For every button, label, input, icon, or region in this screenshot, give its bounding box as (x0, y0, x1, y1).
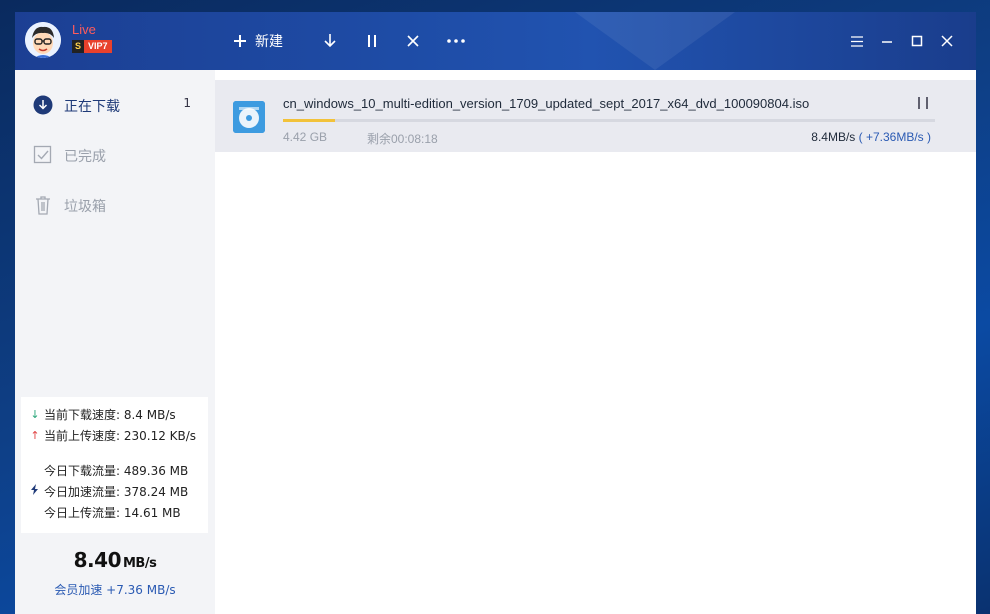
current-upload-speed-text: 当前上传速度: 230.12 KB/s (44, 429, 197, 443)
today-download-traffic-text: 今日下载流量: 489.36 MB (44, 464, 189, 478)
today-upload-traffic-text: 今日上传流量: 14.61 MB (44, 506, 181, 520)
app-window: Live S VIP7 新建 正在下载 1 已完成 垃圾箱 ↓ 当前下载速度: … (15, 12, 976, 614)
close-icon (407, 35, 419, 47)
task-pause-button[interactable] (916, 95, 930, 111)
speed-stats-panel: ↓ 当前下载速度: 8.4 MB/s ↑ 当前上传速度: 230.12 KB/s… (21, 397, 208, 533)
today-download-traffic: 今日下载流量: 489.36 MB (29, 463, 188, 479)
maximize-icon (911, 35, 923, 47)
task-speed-value: 8.4MB/s (811, 130, 856, 144)
new-task-label: 新建 (255, 34, 283, 50)
task-accel-speed: ( +7.36MB/s ) (858, 130, 931, 144)
avatar[interactable] (25, 22, 61, 58)
current-download-speed: ↓ 当前下载速度: 8.4 MB/s (29, 407, 176, 423)
total-speed-display: 8.40 MB/s (15, 548, 215, 572)
sidebar-item-label: 垃圾箱 (64, 199, 106, 215)
live-label: Live (72, 22, 96, 37)
sidebar-item-label: 正在下载 (64, 99, 120, 115)
trash-icon (33, 195, 53, 215)
total-speed-unit: MB/s (123, 556, 157, 571)
vip-s-mark: S (72, 40, 85, 53)
today-upload-traffic: 今日上传流量: 14.61 MB (29, 505, 181, 521)
close-icon (941, 35, 953, 47)
plus-icon (233, 34, 247, 48)
down-arrow-icon: ↓ (30, 408, 40, 421)
more-icon (447, 39, 465, 43)
new-task-button[interactable]: 新建 (233, 28, 283, 54)
sidebar-item-label: 已完成 (64, 149, 106, 165)
checkbox-icon (33, 145, 53, 165)
pause-icon (916, 96, 930, 115)
close-window-button[interactable] (941, 28, 953, 54)
menu-icon (851, 35, 863, 47)
vip-level: VIP7 (84, 40, 112, 53)
download-circle-icon (33, 95, 53, 115)
download-icon (324, 33, 336, 49)
sidebar-item-completed[interactable]: 已完成 (15, 130, 215, 180)
current-download-speed-text: 当前下载速度: 8.4 MB/s (44, 408, 176, 422)
task-size: 4.42 GB (283, 130, 328, 144)
task-speed: 8.4MB/s ( +7.36MB/s ) (811, 130, 931, 144)
list-item[interactable]: cn_windows_10_multi-edition_version_1709… (215, 80, 976, 152)
start-download-button[interactable] (324, 28, 336, 54)
task-filename: cn_windows_10_multi-edition_version_1709… (283, 96, 810, 111)
sidebar: 正在下载 1 已完成 垃圾箱 ↓ 当前下载速度: 8.4 MB/s ↑ 当前上传… (15, 70, 215, 614)
up-arrow-icon: ↑ (30, 429, 40, 442)
task-progress-fill (283, 119, 336, 122)
minimize-icon (881, 35, 893, 47)
today-accel-traffic: 今日加速流量: 378.24 MB (29, 484, 188, 500)
sidebar-item-downloading[interactable]: 正在下载 1 (15, 80, 215, 130)
delete-task-button[interactable] (407, 28, 419, 54)
lightning-icon (29, 484, 41, 500)
pause-icon (366, 34, 378, 48)
maximize-button[interactable] (911, 28, 923, 54)
vip-badge[interactable]: S VIP7 (72, 40, 112, 53)
download-count-badge: 1 (183, 96, 191, 110)
minimize-button[interactable] (881, 28, 893, 54)
title-bar: Live S VIP7 新建 (15, 12, 976, 70)
disc-file-icon (233, 101, 265, 133)
task-progress-bar (283, 119, 935, 122)
current-upload-speed: ↑ 当前上传速度: 230.12 KB/s (29, 428, 196, 444)
today-accel-traffic-text: 今日加速流量: 378.24 MB (44, 485, 189, 499)
task-remaining-time: 剩余00:08:18 (367, 132, 438, 146)
menu-button[interactable] (851, 28, 863, 54)
sidebar-item-trash[interactable]: 垃圾箱 (15, 180, 215, 230)
download-list: cn_windows_10_multi-edition_version_1709… (215, 70, 976, 614)
title-decoration (575, 12, 735, 70)
member-accel-link[interactable]: 会员加速 +7.36 MB/s (15, 581, 215, 598)
pause-all-button[interactable] (366, 28, 378, 54)
total-speed-value: 8.40 (73, 548, 122, 572)
more-button[interactable] (447, 28, 465, 54)
